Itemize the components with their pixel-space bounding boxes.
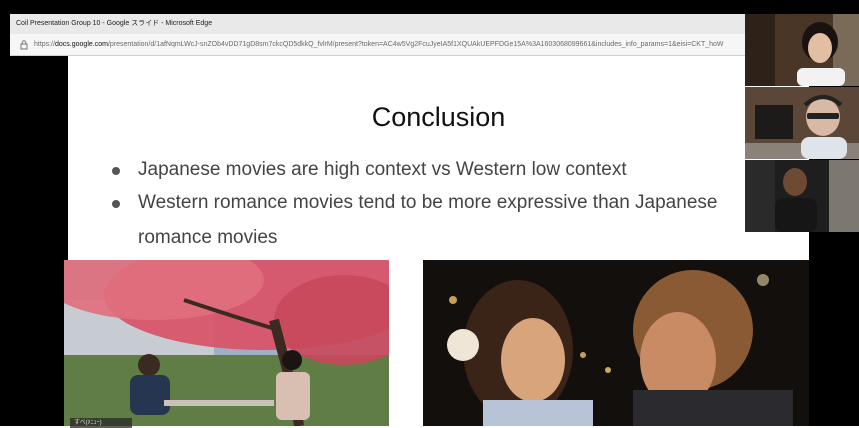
webcam-tile-participant-3[interactable] — [745, 160, 859, 232]
movie-still-western — [64, 260, 389, 426]
bullet-dot — [112, 167, 120, 175]
window-titlebar: Coil Presentation Group 10 - Google スライド… — [10, 14, 745, 34]
slide-title: Conclusion — [371, 102, 506, 132]
url-path: /presentation/d/1afNqmLWcJ-snZOb4vDD71gD… — [107, 41, 724, 48]
browser-window: Coil Presentation Group 10 - Google スライド… — [0, 0, 859, 428]
url-text[interactable]: https://docs.google.com/presentation/d/1… — [34, 34, 724, 55]
night-couple-scene-image — [423, 260, 809, 426]
url-domain: docs.google.com — [55, 41, 108, 48]
lock-icon — [20, 40, 28, 50]
webcam-tile-participant-2[interactable] — [745, 87, 859, 159]
window-title: Coil Presentation Group 10 - Google スライド… — [16, 20, 213, 27]
bullet-dot — [112, 200, 120, 208]
url-prefix: https:// — [34, 41, 56, 48]
participant-video — [745, 87, 859, 159]
bullet-text: Japanese movies are high context vs West… — [138, 159, 627, 180]
video-caption: すべ(ﾒﾆｭｰ) — [70, 418, 132, 428]
webcam-panel — [745, 14, 859, 232]
cherry-blossom-scene-image — [64, 260, 389, 426]
webcam-tile-participant-1[interactable] — [745, 14, 859, 86]
participant-video — [745, 14, 859, 86]
bullet-text-continuation: romance movies — [138, 227, 278, 248]
participant-video — [745, 160, 859, 232]
movie-still-japanese — [423, 260, 809, 426]
address-bar[interactable]: https://docs.google.com/presentation/d/1… — [10, 34, 745, 56]
bullet-text: Western romance movies tend to be more e… — [138, 192, 718, 213]
